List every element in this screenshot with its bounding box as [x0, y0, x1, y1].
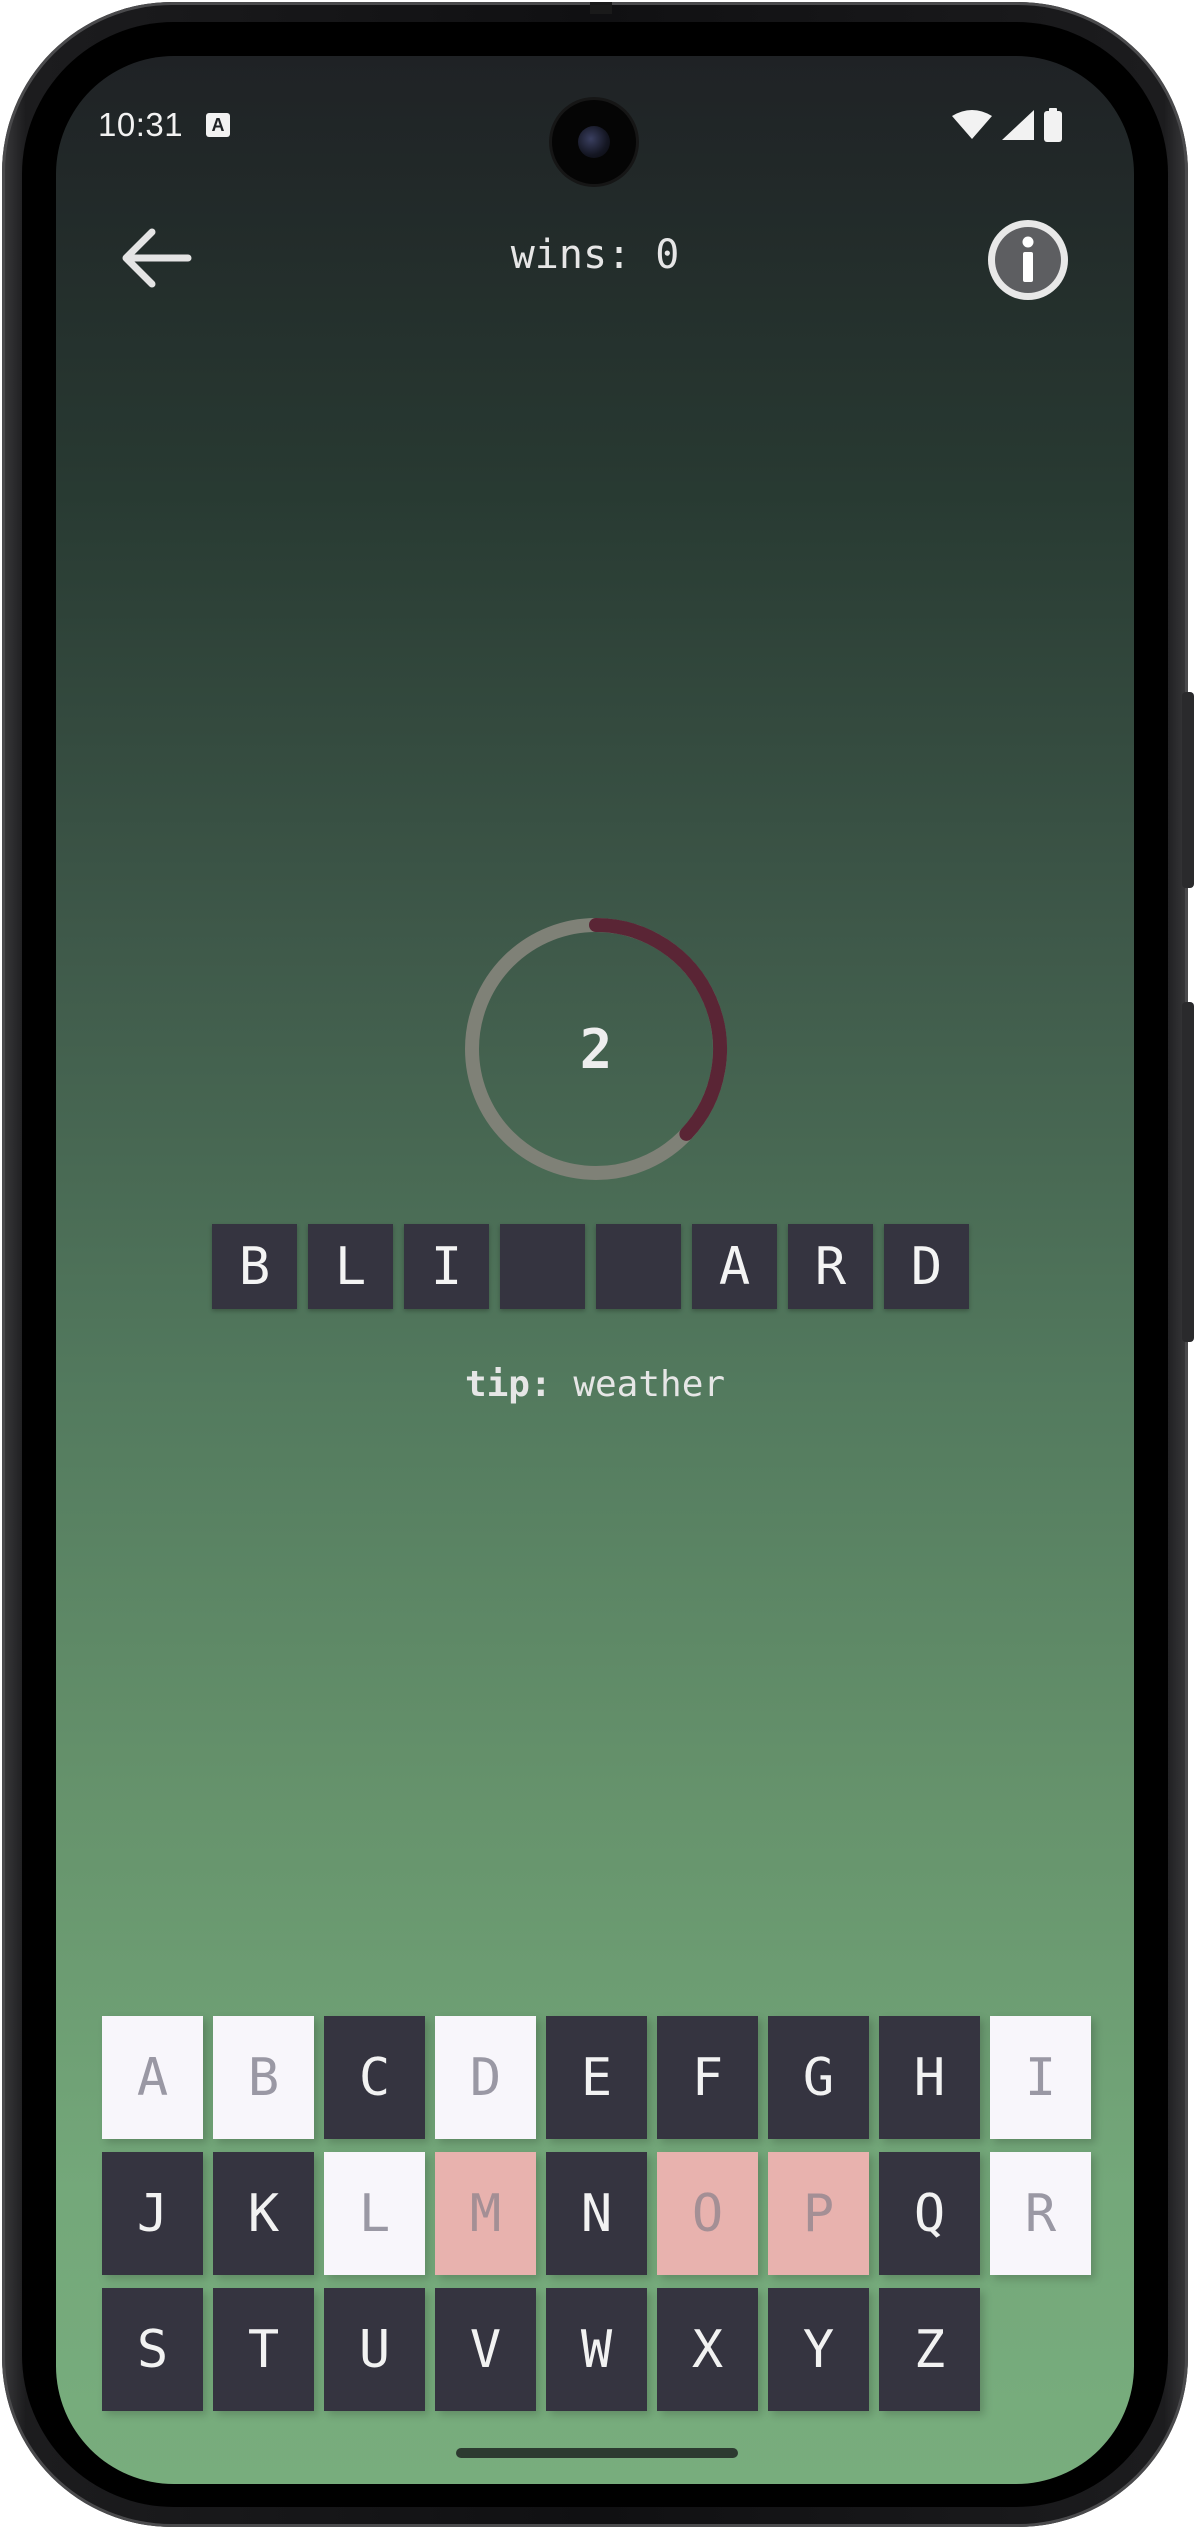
key-n[interactable]: N: [546, 2152, 647, 2275]
key-b[interactable]: B: [213, 2016, 314, 2139]
cellular-signal-icon: [1002, 110, 1034, 140]
word-slots: BLI ARD: [212, 1224, 969, 1309]
letter-slot: [596, 1224, 681, 1309]
tip: tip: weather: [56, 1364, 1134, 1405]
status-time: 10:31: [98, 106, 184, 143]
key-s[interactable]: S: [102, 2288, 203, 2411]
letter-slot: R: [788, 1224, 873, 1309]
key-d[interactable]: D: [435, 2016, 536, 2139]
key-v[interactable]: V: [435, 2288, 536, 2411]
key-f[interactable]: F: [657, 2016, 758, 2139]
key-o[interactable]: O: [657, 2152, 758, 2275]
key-z[interactable]: Z: [879, 2288, 980, 2411]
status-icons: [952, 108, 1062, 142]
power-button: [1182, 692, 1194, 888]
letter-slot: A: [692, 1224, 777, 1309]
key-r[interactable]: R: [990, 2152, 1091, 2275]
letter-slot: D: [884, 1224, 969, 1309]
app-screen: 10:31 A wins: 0 2 BLIARD tip: weather A …: [56, 56, 1134, 2484]
info-icon: [988, 220, 1068, 300]
letter-keyboard: ABCDEFGHI JKLMNOPQR STUVWXYZ: [102, 2016, 1091, 2411]
key-p[interactable]: P: [768, 2152, 869, 2275]
key-i[interactable]: I: [990, 2016, 1091, 2139]
key-e[interactable]: E: [546, 2016, 647, 2139]
key-l[interactable]: L: [324, 2152, 425, 2275]
letter-slot: L: [308, 1224, 393, 1309]
a-icon: A: [206, 113, 230, 137]
key-x[interactable]: X: [657, 2288, 758, 2411]
info-button[interactable]: [984, 216, 1072, 304]
key-h[interactable]: H: [879, 2016, 980, 2139]
letter-slot: B: [212, 1224, 297, 1309]
key-y[interactable]: Y: [768, 2288, 869, 2411]
key-g[interactable]: G: [768, 2016, 869, 2139]
key-u[interactable]: U: [324, 2288, 425, 2411]
letter-slot: [500, 1224, 585, 1309]
home-indicator[interactable]: [456, 2448, 738, 2458]
timer-value: 2: [579, 1017, 613, 1081]
wifi-icon: [952, 110, 992, 139]
key-t[interactable]: T: [213, 2288, 314, 2411]
wins-counter: wins: 0: [510, 232, 680, 278]
battery-icon: [1044, 108, 1062, 142]
key-m[interactable]: M: [435, 2152, 536, 2275]
frame-antenna-slit: [590, 2, 612, 14]
key-c[interactable]: C: [324, 2016, 425, 2139]
key-k[interactable]: K: [213, 2152, 314, 2275]
key-q[interactable]: Q: [879, 2152, 980, 2275]
key-w[interactable]: W: [546, 2288, 647, 2411]
front-camera: [552, 100, 636, 184]
tip-value: weather: [573, 1364, 726, 1405]
key-j[interactable]: J: [102, 2152, 203, 2275]
tip-label: tip:: [464, 1364, 552, 1405]
key-a[interactable]: A: [102, 2016, 203, 2139]
letter-slot: I: [404, 1224, 489, 1309]
volume-button: [1182, 1002, 1194, 1342]
